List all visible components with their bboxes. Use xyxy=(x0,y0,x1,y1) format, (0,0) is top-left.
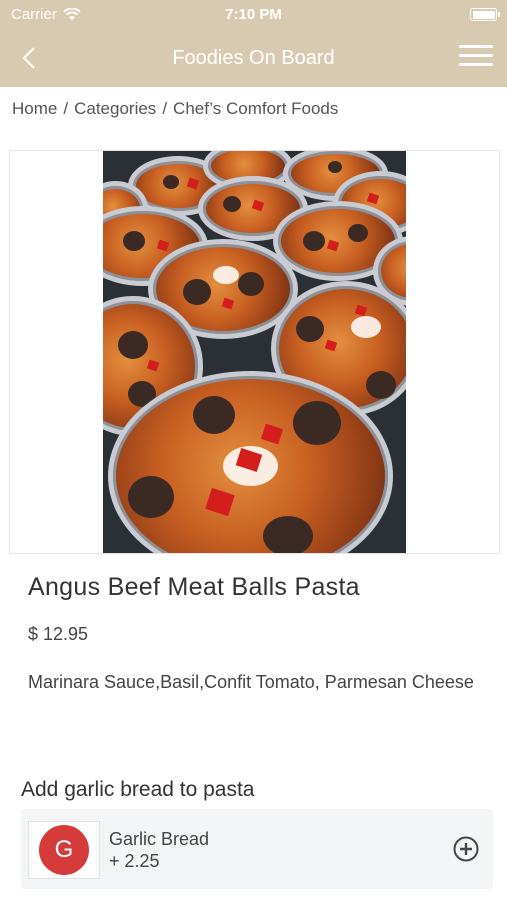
breadcrumb-separator: / xyxy=(63,99,69,118)
battery-icon xyxy=(470,8,500,21)
addon-thumbnail: G xyxy=(28,821,100,879)
breadcrumb-current-category: Chef’s Comfort Foods xyxy=(173,99,339,118)
product-image-card xyxy=(9,150,500,554)
breadcrumb-home[interactable]: Home xyxy=(12,99,57,119)
add-addon-button[interactable] xyxy=(453,836,479,862)
product-price: $ 12.95 xyxy=(28,624,89,644)
addon-item[interactable]: G Garlic Bread + 2.25 xyxy=(21,809,493,889)
status-time: 7:10 PM xyxy=(225,6,282,23)
nav-bar: Foodies On Board xyxy=(0,30,507,87)
addon-section-title: Add garlic bread to pasta xyxy=(21,778,255,801)
page-title: Foodies On Board xyxy=(172,47,335,69)
breadcrumb-categories[interactable]: Categories xyxy=(74,99,156,119)
plus-circle-icon xyxy=(453,836,479,862)
addon-avatar: G xyxy=(39,825,89,875)
product-name: Angus Beef Meat Balls Pasta xyxy=(28,573,360,601)
breadcrumb-separator: / xyxy=(162,99,168,118)
breadcrumb: Home / Categories / Chef’s Comfort Foods xyxy=(12,99,338,119)
product-description: Marinara Sauce,Basil,Confit Tomato, Parm… xyxy=(28,672,474,692)
app-header: Carrier 7:10 PM Foodies On Board xyxy=(0,0,507,87)
product-image[interactable] xyxy=(103,151,406,553)
status-bar: Carrier 7:10 PM xyxy=(0,0,507,30)
addon-price: + 2.25 xyxy=(109,851,160,871)
addon-name: Garlic Bread xyxy=(109,829,210,849)
hamburger-menu-icon[interactable] xyxy=(459,45,493,71)
